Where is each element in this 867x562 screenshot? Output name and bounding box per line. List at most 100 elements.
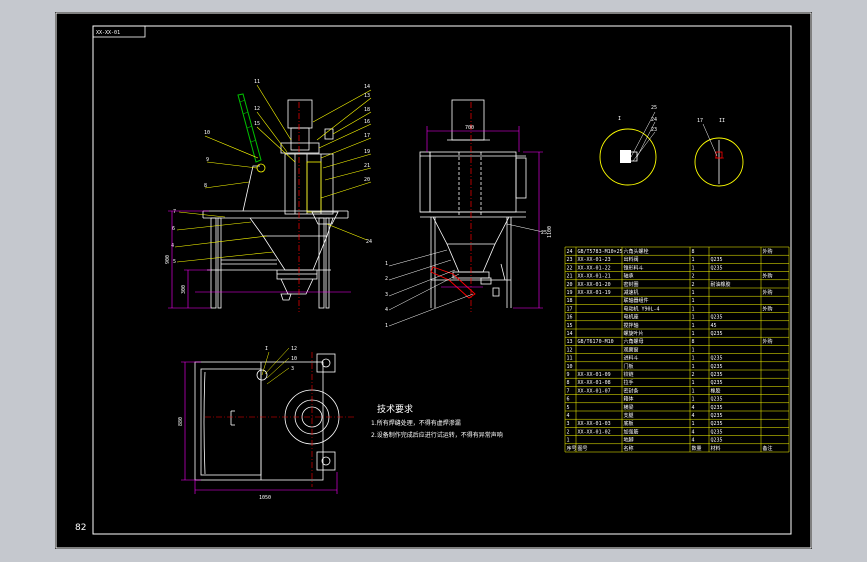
bom-cell: Q235 [711, 372, 723, 378]
bom-cell: 出料阀 [624, 256, 639, 263]
bom-cell: Q235 [711, 364, 723, 370]
bom-cell: 联轴器组件 [624, 297, 649, 304]
svg-text:13: 13 [364, 93, 370, 99]
bom-header-cell: 备注 [763, 445, 773, 452]
plan-item-labels: I 12 10 3 [265, 346, 297, 372]
bom-cell: 密封条 [624, 387, 639, 394]
plan-leaders [261, 347, 290, 385]
front-dimensions [168, 210, 351, 309]
bom-cell: GB/T6170-M10 [578, 339, 614, 345]
svg-text:9: 9 [206, 157, 209, 163]
bom-cell: XX-XX-01-19 [578, 290, 611, 296]
bom-header-cell: 序号 [567, 445, 577, 452]
bom-cell: 1 [692, 265, 695, 271]
bom-cell: XX-XX-01-08 [578, 380, 611, 386]
bom-cell: 1 [692, 356, 695, 362]
bom-cell: 6 [567, 397, 570, 403]
svg-text:4: 4 [385, 307, 388, 313]
bom-cell: 12 [567, 347, 573, 353]
svg-text:I: I [618, 116, 621, 122]
bom-cell: 4 [692, 405, 695, 411]
tech-req-title: 技术要求 [377, 403, 413, 415]
svg-text:21: 21 [364, 163, 370, 169]
bom-cell: 观察窗 [624, 346, 639, 353]
bom-cell: 锥形料斗 [624, 264, 644, 271]
bom-cell: 18 [567, 298, 573, 304]
bom-cell: 1 [567, 438, 570, 444]
svg-text:6: 6 [172, 226, 175, 232]
detail-b: 17 II [694, 118, 744, 187]
bom-cell: 六角头螺栓 [624, 248, 649, 255]
side-height-dim: 1100 [547, 226, 553, 238]
bom-cell: 1 [692, 257, 695, 263]
svg-text:25: 25 [541, 230, 547, 236]
bom-cell: 2 [692, 274, 695, 280]
bom-cell: 1 [692, 323, 695, 329]
bom-cell: 搅拌轴 [624, 322, 639, 329]
bom-cell: 外购 [763, 338, 773, 345]
bom-cell: 轴承 [624, 273, 634, 280]
bom-cell: 外购 [763, 273, 773, 280]
bom-cell: 22 [567, 265, 573, 271]
bom-cell: 螺旋叶片 [624, 330, 644, 337]
front-view [202, 99, 349, 309]
bom-cell: 8 [692, 249, 695, 255]
outer-border [55, 12, 812, 549]
bom-cell: GB/T5783-M10×25 [578, 249, 623, 255]
svg-text:23: 23 [651, 127, 657, 133]
bom-cell: 2 [567, 429, 570, 435]
bom-cell: 1 [692, 290, 695, 296]
side-top-dim: 700 [465, 125, 474, 131]
svg-text:3: 3 [385, 292, 388, 298]
bom-cell: 1 [692, 380, 695, 386]
svg-text:3: 3 [291, 366, 294, 372]
bom-cell: 8 [692, 339, 695, 345]
bom-cell: 1 [692, 397, 695, 403]
svg-text:II: II [719, 118, 725, 124]
bom-cell: 17 [567, 306, 573, 312]
bom-cell: 电动机 Y90L-4 [624, 305, 660, 312]
bom-cell: 1 [692, 388, 695, 394]
bom-cell: 1 [692, 306, 695, 312]
bom-cell: 密封圈 [624, 281, 639, 288]
bom-cell: 底板 [624, 420, 634, 427]
svg-text:1: 1 [385, 261, 388, 267]
svg-text:14: 14 [364, 84, 370, 90]
bom-header-cell: 名称 [624, 445, 634, 452]
bom-cell: 1 [692, 421, 695, 427]
svg-text:19: 19 [364, 149, 370, 155]
svg-text:17: 17 [697, 118, 703, 124]
bom-cell: XX-XX-01-20 [578, 282, 611, 288]
bom-cell: 8 [567, 380, 570, 386]
tech-req-item-1: 1.所有焊缝处理，不得有虚焊渗漏 [371, 419, 461, 427]
bom-cell: Q235 [711, 421, 723, 427]
bom-cell: 3 [567, 421, 570, 427]
bom-cell: 外购 [763, 248, 773, 255]
bom-cell: 1 [692, 364, 695, 370]
plan-width-dim: 1050 [259, 495, 271, 501]
svg-text:8: 8 [204, 183, 207, 189]
svg-text:20: 20 [364, 177, 370, 183]
bom-cell: 9 [567, 372, 570, 378]
bom-cell: 11 [567, 356, 573, 362]
bom-cell: 2 [692, 282, 695, 288]
bom-cell: XX-XX-01-07 [578, 388, 611, 394]
svg-text:10: 10 [291, 356, 297, 362]
plan-depth-dim: 880 [178, 417, 184, 426]
bom-cell: 45 [711, 323, 717, 329]
page-number: 82 [75, 523, 86, 533]
bom-cell: Q235 [711, 405, 723, 411]
side-item-labels: 1 2 3 4 1 25 [385, 230, 547, 329]
bom-cell: 1 [692, 331, 695, 337]
front-leg-dim: 300 [181, 285, 187, 294]
bom-cell: 支腿 [624, 412, 634, 419]
bom-header-cell: 材料 [711, 445, 721, 452]
cad-drawing: XX-XX-01 82 10 9 8 7 6 4 5 11 12 15 14 1… [55, 12, 812, 549]
svg-text:4: 4 [171, 243, 174, 249]
bom-cell: 门板 [624, 363, 634, 370]
svg-text:1: 1 [385, 323, 388, 329]
front-height-dim: 900 [165, 255, 171, 264]
svg-text:24: 24 [366, 239, 372, 245]
bom-cell: XX-XX-01-23 [578, 257, 611, 263]
bom-table: 2 4 GB/T5783-M10×25 六角头螺栓 8 外购 2 3 XX-XX-01-23 出料… [564, 246, 790, 453]
